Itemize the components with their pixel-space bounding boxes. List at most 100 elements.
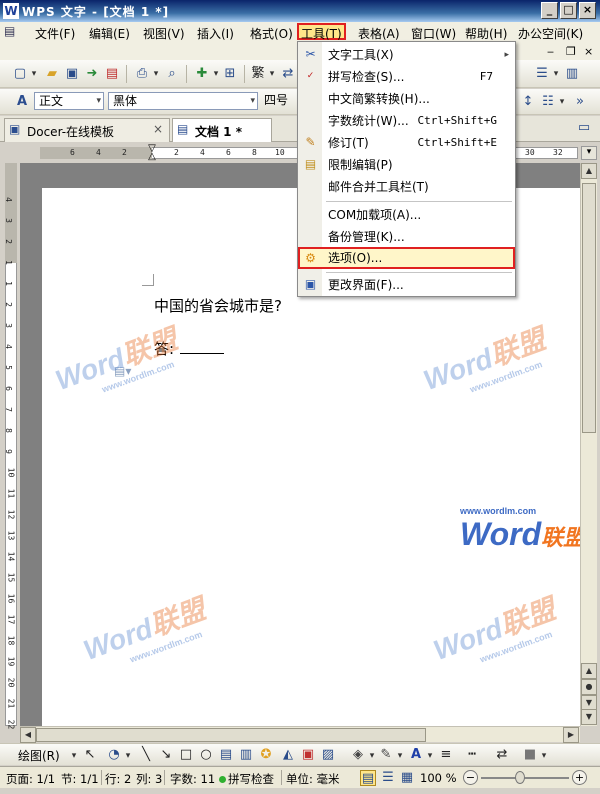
export-icon[interactable]: ➜ xyxy=(84,66,100,82)
line-style-icon[interactable]: ≡ xyxy=(438,747,454,763)
menu-tools[interactable]: 工具(T) xyxy=(297,23,346,41)
menu-item-spellcheck[interactable]: ✓ 拼写检查(S)... F7 xyxy=(298,66,515,88)
font-select[interactable]: 黑体 ▾ xyxy=(108,92,258,110)
zoom-in-icon[interactable]: + xyxy=(572,770,587,785)
fill-dropdown-icon[interactable]: ▾ xyxy=(368,748,376,764)
menu-item-options[interactable]: ⚙ 选项(O)... xyxy=(298,247,515,269)
pdf-export-icon[interactable]: ▤ xyxy=(104,66,120,82)
font-size-select[interactable]: 四号 xyxy=(260,92,298,110)
dash-style-icon[interactable]: ┅ xyxy=(464,747,480,763)
font-color-dropdown-icon[interactable]: ▾ xyxy=(426,748,434,764)
menu-help[interactable]: 帮助(H) xyxy=(462,24,510,41)
shadow-icon[interactable]: ■ xyxy=(522,747,538,763)
style-select[interactable]: 正文 ▾ xyxy=(34,92,104,110)
menu-item-text-tools[interactable]: ✂ 文字工具(X) ▸ xyxy=(298,44,515,66)
menu-item-com-addins[interactable]: COM加载项(A)... xyxy=(298,204,515,226)
scroll-right-icon[interactable]: ▶ xyxy=(563,727,579,743)
bullets-icon[interactable]: ☰ xyxy=(534,66,550,82)
font-color-icon[interactable]: A xyxy=(408,747,424,763)
insert-dropdown-icon[interactable]: ▾ xyxy=(212,66,220,82)
zoom-slider-track[interactable] xyxy=(481,777,569,779)
select-browse-object-icon[interactable]: ● xyxy=(581,679,597,695)
ellipse-icon[interactable]: ○ xyxy=(198,747,214,763)
mdi-restore-icon[interactable]: ❐ xyxy=(566,45,576,58)
convert-icon[interactable]: ⇄ xyxy=(280,66,296,82)
line-icon[interactable]: ╲ xyxy=(138,747,154,763)
close-tab-icon[interactable]: × xyxy=(153,122,163,136)
menu-item-mail-merge-toolbar[interactable]: 邮件合并工具栏(T) xyxy=(298,176,515,198)
close-button[interactable]: × xyxy=(579,2,596,19)
new-document-icon[interactable]: ▢ xyxy=(12,66,28,82)
vertical-textbox-icon[interactable]: ▥ xyxy=(238,747,254,763)
arrow-icon[interactable]: ↘ xyxy=(158,747,174,763)
print-preview-icon[interactable]: ⌕ xyxy=(164,66,180,82)
columns-icon[interactable]: ▥ xyxy=(564,66,580,82)
textbox-icon[interactable]: ▤ xyxy=(218,747,234,763)
zoom-slider-knob[interactable] xyxy=(515,771,525,784)
mdi-minimize-icon[interactable]: ‒ xyxy=(547,45,554,58)
menu-format[interactable]: 格式(O) xyxy=(247,24,296,41)
menu-insert[interactable]: 插入(I) xyxy=(194,24,237,41)
line-color-icon[interactable]: ✎ xyxy=(378,747,394,763)
styles-icon[interactable]: A xyxy=(14,94,30,110)
status-word-count[interactable]: 字数: 11 xyxy=(170,771,215,787)
horizontal-scroll-thumb[interactable] xyxy=(36,728,426,742)
format-painter-icon[interactable]: ⊞ xyxy=(222,66,238,82)
outline-view-icon[interactable]: ☰ xyxy=(380,770,396,786)
vertical-scroll-thumb[interactable] xyxy=(582,183,596,433)
traditional-dropdown-icon[interactable]: ▾ xyxy=(268,66,276,82)
rectangle-icon[interactable]: □ xyxy=(178,747,194,763)
vertical-scrollbar[interactable]: ▲ ▲ ● ▼ ▼ xyxy=(580,163,597,726)
paragraph-spacing-icon[interactable]: ☷ xyxy=(540,94,556,110)
document-icon[interactable]: ▤ xyxy=(4,24,18,40)
page-view-icon[interactable]: ▤ xyxy=(360,770,376,786)
shadow-dropdown-icon[interactable]: ▾ xyxy=(540,748,548,764)
indent-marker-icon[interactable]: ▽ △ xyxy=(147,144,157,162)
zoom-level[interactable]: 100 % xyxy=(420,771,457,785)
wps-app-icon[interactable]: W xyxy=(3,3,19,19)
ruler-view-toggle[interactable]: ▾ xyxy=(581,146,597,160)
status-unit[interactable]: 单位: 毫米 xyxy=(286,771,340,787)
print-dropdown-icon[interactable]: ▾ xyxy=(152,66,160,82)
zoom-out-icon[interactable]: − xyxy=(463,770,478,785)
insert-icon[interactable]: ✚ xyxy=(194,66,210,82)
document-question[interactable]: 中国的省会城市是? xyxy=(154,295,282,316)
picture-icon[interactable]: ▨ xyxy=(320,747,336,763)
toolbar-options-icon[interactable]: » xyxy=(572,94,588,110)
web-view-icon[interactable]: ▦ xyxy=(399,770,415,786)
menu-item-track-changes[interactable]: ✎ 修订(T) Ctrl+Shift+E xyxy=(298,132,515,154)
maximize-button[interactable]: □ xyxy=(560,2,577,19)
mdi-close-icon[interactable]: × xyxy=(584,45,593,58)
clipart-icon[interactable]: ▣ xyxy=(300,747,316,763)
tab-document-1[interactable]: ▤ 文档 1 * xyxy=(172,118,272,142)
arrow-style-icon[interactable]: ⇄ xyxy=(494,747,510,763)
menu-file[interactable]: 文件(F) xyxy=(32,24,78,41)
line-spacing-icon[interactable]: ↕ xyxy=(520,94,536,110)
horizontal-scrollbar[interactable]: ◀ ▶ xyxy=(20,726,580,743)
vertical-ruler[interactable]: 4 3 2 1 1 2 3 4 5 6 7 8 9 10 11 12 13 14 15 16 17 18 19 20 21 22 xyxy=(0,163,20,729)
tab-list-icon[interactable]: ▭ xyxy=(576,120,592,136)
fill-color-icon[interactable]: ◈ xyxy=(350,747,366,763)
menu-window[interactable]: 窗口(W) xyxy=(408,24,459,41)
scroll-left-icon[interactable]: ◀ xyxy=(20,727,36,743)
diagram-icon[interactable]: ◭ xyxy=(280,747,296,763)
line-color-dropdown-icon[interactable]: ▾ xyxy=(396,748,404,764)
autoshapes-icon[interactable]: ◔ xyxy=(106,747,122,763)
menu-item-change-interface[interactable]: ▣ 更改界面(F)... xyxy=(298,274,515,296)
wordart-icon[interactable]: ✪ xyxy=(258,747,274,763)
new-dropdown-icon[interactable]: ▾ xyxy=(30,66,38,82)
spacing-dropdown-icon[interactable]: ▾ xyxy=(558,94,566,110)
scroll-up-icon[interactable]: ▲ xyxy=(581,163,597,179)
menu-office-space[interactable]: 办公空间(K) xyxy=(515,24,586,41)
minimize-button[interactable]: _ xyxy=(541,2,558,19)
menu-table[interactable]: 表格(A) xyxy=(355,24,403,41)
menu-item-restrict-editing[interactable]: ▤ 限制编辑(P) xyxy=(298,154,515,176)
autoshapes-dropdown-icon[interactable]: ▾ xyxy=(124,748,132,764)
menu-item-backup-management[interactable]: 备份管理(K)... xyxy=(298,226,515,248)
menu-item-chinese-conversion[interactable]: 中文简繁转换(H)... xyxy=(298,88,515,110)
menu-view[interactable]: 视图(V) xyxy=(140,24,188,41)
open-folder-icon[interactable]: ▰ xyxy=(44,66,60,82)
draw-menu-button[interactable]: 绘图(R) xyxy=(18,747,60,764)
scroll-down-icon[interactable]: ▼ xyxy=(581,709,597,725)
menu-item-word-count[interactable]: 字数统计(W)... Ctrl+Shift+G xyxy=(298,110,515,132)
